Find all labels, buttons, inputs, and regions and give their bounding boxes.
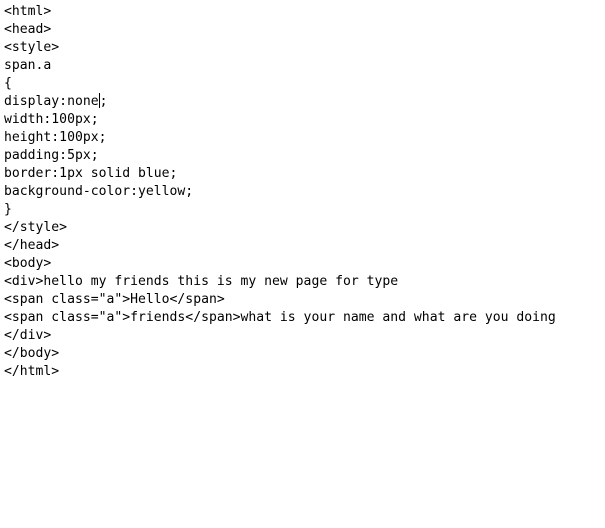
code-line: <span class="a">friends</span>what is yo… — [4, 310, 556, 325]
code-line: height:100px; — [4, 130, 107, 145]
code-line: </html> — [4, 364, 60, 379]
code-line: width:100px; — [4, 112, 99, 127]
code-line-after-caret: ; — [99, 94, 108, 109]
code-line: </style> — [4, 220, 68, 235]
code-line: background-color:yellow; — [4, 184, 194, 199]
code-line: <head> — [4, 22, 52, 37]
code-line: padding:5px; — [4, 148, 99, 163]
code-line: { — [4, 76, 12, 91]
code-line: border:1px solid blue; — [4, 166, 178, 181]
code-line-with-caret: display:none; — [4, 93, 602, 111]
code-line: <div>hello my friends this is my new pag… — [4, 274, 399, 289]
code-line: } — [4, 202, 12, 217]
code-line: </div> — [4, 328, 52, 343]
code-line: span.a — [4, 58, 52, 73]
code-line: <html> — [4, 4, 52, 19]
code-line: </body> — [4, 346, 60, 361]
code-line: <body> — [4, 256, 52, 271]
code-line: <style> — [4, 40, 60, 55]
code-text-area[interactable]: <html> <head> <style> span.a { display:n… — [4, 3, 602, 381]
text-editor[interactable]: <html> <head> <style> span.a { display:n… — [0, 0, 605, 528]
code-line: <span class="a">Hello</span> — [4, 292, 225, 307]
code-line-before-caret: display:none — [4, 94, 99, 109]
code-line: </head> — [4, 238, 60, 253]
